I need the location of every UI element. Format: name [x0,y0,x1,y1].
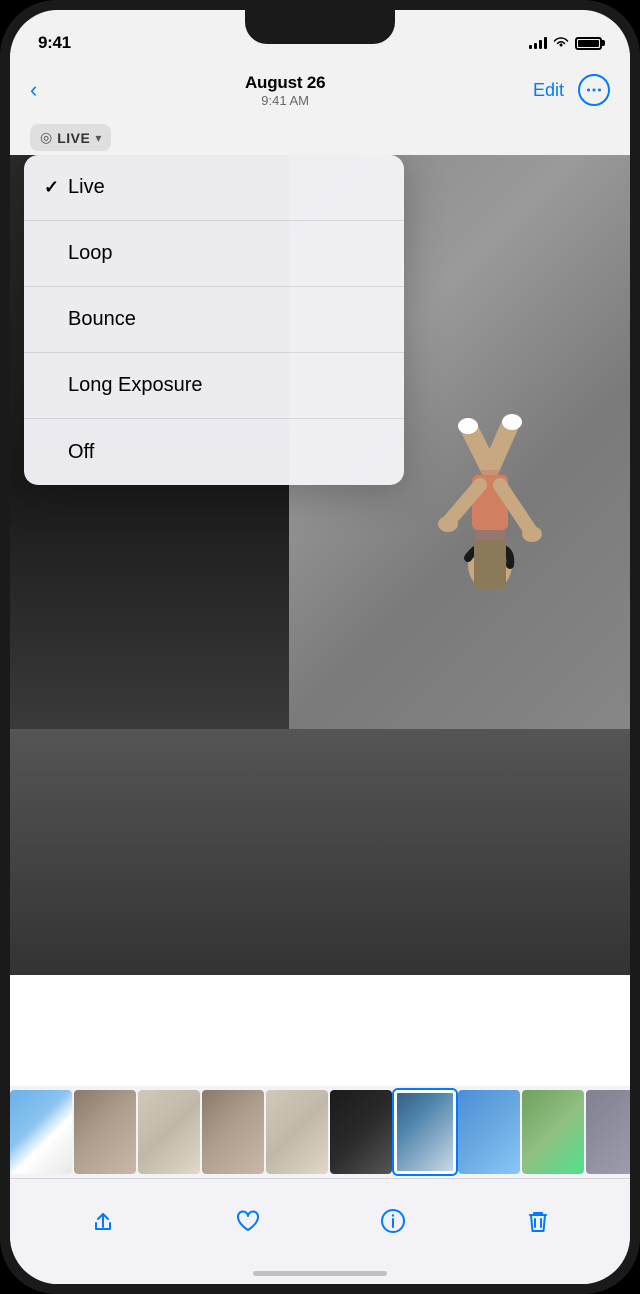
nav-title-group: August 26 9:41 AM [245,73,325,108]
photo-area: ✓ Live Loop Bounce Long Exposure Off [10,155,630,975]
dropdown-item-loop[interactable]: Loop [24,221,404,287]
film-thumb[interactable] [458,1090,520,1174]
home-bar [253,1271,387,1276]
edit-button[interactable]: Edit [533,80,564,101]
notch [245,10,395,44]
film-thumb[interactable] [266,1090,328,1174]
film-thumb-active[interactable] [394,1090,456,1174]
film-thumb[interactable] [522,1090,584,1174]
screen: 9:41 ‹ [10,10,630,1284]
film-thumb[interactable] [74,1090,136,1174]
dropdown-item-live[interactable]: ✓ Live [24,155,404,221]
dropdown-item-long-exposure[interactable]: Long Exposure [24,353,404,419]
battery-icon [575,37,602,50]
film-thumb[interactable] [10,1090,72,1174]
live-label: LIVE [57,130,90,146]
live-badge-area: ◎ LIVE ▾ [10,116,630,155]
dropdown-item-off[interactable]: Off [24,419,404,485]
info-button[interactable] [368,1196,418,1246]
bounce-option-label: Bounce [68,308,136,331]
dropdown-item-bounce[interactable]: Bounce [24,287,404,353]
film-thumb[interactable] [202,1090,264,1174]
person-silhouette [400,410,580,770]
share-button[interactable] [78,1196,128,1246]
bottom-strip [10,1086,630,1284]
nav-subtitle: 9:41 AM [245,93,325,108]
film-strip [10,1086,630,1178]
live-chevron-icon: ▾ [95,131,101,145]
live-target-icon: ◎ [40,129,52,146]
nav-bar: ‹ August 26 9:41 AM Edit [10,64,630,116]
action-bar [10,1178,630,1262]
status-icons [529,36,602,51]
nav-title: August 26 [245,73,325,93]
like-button[interactable] [223,1196,273,1246]
wifi-icon [553,36,569,51]
checkmark-icon: ✓ [44,177,59,198]
nav-actions: Edit [533,74,610,106]
live-dropdown-menu: ✓ Live Loop Bounce Long Exposure Off [24,155,404,485]
more-button[interactable] [578,74,610,106]
loop-option-label: Loop [68,242,113,265]
status-time: 9:41 [38,33,71,53]
off-option-label: Off [68,441,94,464]
live-badge-button[interactable]: ◎ LIVE ▾ [30,124,111,151]
back-chevron-icon: ‹ [30,79,37,101]
phone-frame: 9:41 ‹ [0,0,640,1294]
home-indicator [10,1262,630,1284]
delete-button[interactable] [513,1196,563,1246]
nav-back-button[interactable]: ‹ [30,80,37,101]
long-exposure-option-label: Long Exposure [68,374,203,397]
film-thumb[interactable] [138,1090,200,1174]
live-option-label: Live [68,176,105,199]
film-thumb[interactable] [586,1090,630,1174]
film-thumb[interactable] [330,1090,392,1174]
signal-bars-icon [529,37,547,49]
